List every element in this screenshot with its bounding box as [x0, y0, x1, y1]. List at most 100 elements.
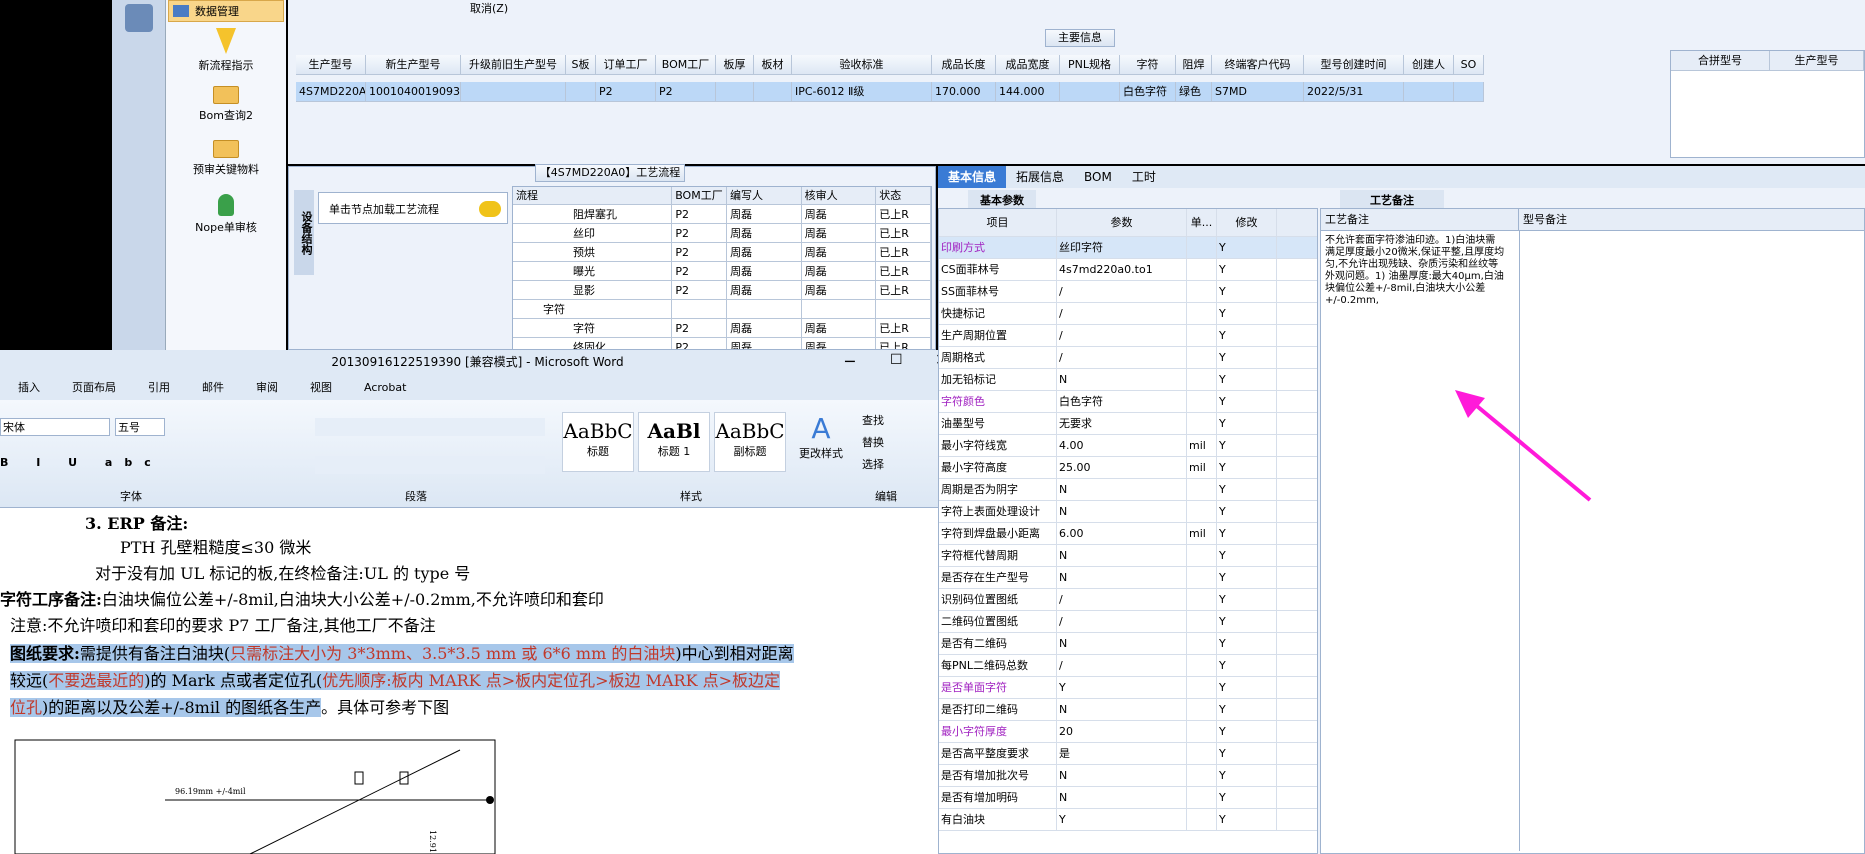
load-hint[interactable]: 单击节点加载工艺流程: [318, 192, 508, 224]
lightning-icon: [216, 28, 236, 54]
ribbon-tab[interactable]: 审阅: [256, 379, 278, 395]
table-cell: 周磊: [802, 338, 877, 349]
style-preview: AaBbC: [563, 419, 633, 443]
style-swatch[interactable]: AaBbC 副标题: [714, 412, 786, 472]
nav-item-prereview[interactable]: 预审关键物料: [166, 140, 286, 177]
table-row[interactable]: 4S7MD220A010010400190938P2P2IPC-6012 Ⅱ级1…: [296, 82, 1484, 102]
table-row[interactable]: 是否单面字符 Y Y: [939, 677, 1317, 699]
ribbon-tab[interactable]: 插入: [18, 379, 40, 395]
document-body[interactable]: 3. ERP 备注: PTH 孔壁粗糙度≤30 微米 对于没有加 UL 标记的板…: [0, 510, 940, 854]
table-cell: Y: [1217, 413, 1277, 434]
tab-basic-params[interactable]: 基本参数: [968, 190, 1036, 210]
font-name-select[interactable]: 宋体: [0, 418, 110, 436]
table-row[interactable]: 快捷标记 / Y: [939, 303, 1317, 325]
cancel-button[interactable]: 取消(Z): [470, 0, 508, 16]
folder-icon: [213, 86, 239, 104]
find-button[interactable]: 查找: [862, 410, 884, 432]
table-cell: 周磊: [727, 319, 802, 338]
table-cell: N: [1057, 501, 1187, 522]
maximize-icon[interactable]: ☐: [890, 352, 903, 368]
table-cell: 每PNL二维码总数: [939, 655, 1057, 676]
nav-item-nope-review[interactable]: Nope单审核: [166, 194, 286, 235]
table-row[interactable]: 是否有增加批次号 N Y: [939, 765, 1317, 787]
table-row[interactable]: 每PNL二维码总数 / Y: [939, 655, 1317, 677]
side-tab[interactable]: 设备结构: [294, 190, 314, 275]
table-row[interactable]: 印刷方式 丝印字符 Y: [939, 237, 1317, 259]
nav-item-new-process[interactable]: 新流程指示: [166, 28, 286, 73]
table-row[interactable]: 是否打印二维码 N Y: [939, 699, 1317, 721]
ribbon-tab[interactable]: 引用: [148, 379, 170, 395]
merge-header: 生产型号: [1769, 51, 1864, 71]
tab-detail[interactable]: 工时: [1122, 166, 1166, 188]
table-cell: mil: [1187, 435, 1217, 456]
toolbox-icon[interactable]: [124, 4, 153, 32]
table-row[interactable]: 周期是否为阴字 N Y: [939, 479, 1317, 501]
table-cell: Y: [1057, 809, 1187, 830]
align-tools[interactable]: [315, 456, 545, 474]
table-row[interactable]: 加无铅标记 N Y: [939, 369, 1317, 391]
table-row[interactable]: 油墨型号 无要求 Y: [939, 413, 1317, 435]
table-cell: [1187, 391, 1217, 412]
table-row[interactable]: 识别码位置图纸 / Y: [939, 589, 1317, 611]
nav-item-data-management[interactable]: 数据管理: [168, 0, 284, 22]
column-header: 终端客户代码: [1212, 55, 1304, 75]
table-cell: Y: [1217, 655, 1277, 676]
process-row[interactable]: 预烘 P2 周磊 周磊 已上R: [513, 243, 931, 262]
process-row[interactable]: 阻焊塞孔 P2 周磊 周磊 已上R: [513, 205, 931, 224]
table-row[interactable]: 周期格式 / Y: [939, 347, 1317, 369]
table-cell: 周磊: [801, 262, 877, 281]
style-swatch[interactable]: AaBbC 标题: [562, 412, 634, 472]
table-cell: S7MD: [1212, 82, 1304, 102]
column-header: 验收标准: [792, 55, 932, 75]
process-row[interactable]: 显影 P2 周磊 周磊 已上R: [513, 281, 931, 300]
style-swatch[interactable]: AaBl 标题 1: [638, 412, 710, 472]
table-row[interactable]: 二维码位置图纸 / Y: [939, 611, 1317, 633]
table-cell: 已上R: [876, 338, 931, 349]
process-row[interactable]: 字符: [513, 300, 931, 319]
table-row[interactable]: CS面菲林号 4s7md220a0.to1 Y: [939, 259, 1317, 281]
table-row[interactable]: 是否高平整度要求是 Y: [939, 743, 1317, 765]
tab-detail[interactable]: BOM: [1074, 166, 1122, 188]
change-style-button[interactable]: A 更改样式: [792, 412, 850, 461]
font-size-select[interactable]: 五号: [115, 418, 165, 436]
table-cell: 绿色: [1176, 82, 1212, 102]
table-row[interactable]: 字符颜色 白色字符 Y: [939, 391, 1317, 413]
process-row[interactable]: 丝印 P2 周磊 周磊 已上R: [513, 224, 931, 243]
table-row[interactable]: 最小字符线宽 4.00 mil Y: [939, 435, 1317, 457]
table-cell: N: [1057, 633, 1187, 654]
replace-button[interactable]: 替换: [862, 432, 884, 454]
ribbon-tab[interactable]: 邮件: [202, 379, 224, 395]
note-text[interactable]: 不允许套面字符渗油印迹。1)白油块需满足厚度最小20微米,保证平整,且厚度均匀,…: [1325, 235, 1505, 307]
ribbon-tab[interactable]: 页面布局: [72, 379, 116, 395]
tab-detail[interactable]: 基本信息: [938, 166, 1007, 188]
process-row[interactable]: 曝光 P2 周磊 周磊 已上R: [513, 262, 931, 281]
table-cell: mil: [1187, 457, 1217, 478]
table-row[interactable]: 是否存在生产型号 N Y: [939, 567, 1317, 589]
tab-detail[interactable]: 拓展信息: [1006, 166, 1074, 188]
minimize-icon[interactable]: ─: [845, 352, 855, 371]
table-cell: 最小字符线宽: [939, 435, 1057, 456]
table-row[interactable]: SS面菲林号 / Y: [939, 281, 1317, 303]
table-cell: 是: [1057, 743, 1187, 764]
format-buttons[interactable]: B I U abc: [0, 456, 163, 469]
table-row[interactable]: 字符框代替周期 N Y: [939, 545, 1317, 567]
process-row[interactable]: 终固化 P2 周磊 周磊 已上R: [513, 338, 931, 349]
process-row[interactable]: 字符 P2 周磊 周磊 已上R: [513, 319, 931, 338]
table-cell: [1187, 589, 1217, 610]
table-row[interactable]: 是否有增加明码 N Y: [939, 787, 1317, 809]
ribbon-tab[interactable]: Acrobat: [364, 381, 406, 394]
select-button[interactable]: 选择: [862, 454, 884, 476]
tab-process-note[interactable]: 工艺备注: [1340, 190, 1444, 210]
table-row[interactable]: 字符上表面处理设计 N Y: [939, 501, 1317, 523]
ribbon-tab[interactable]: 视图: [310, 379, 332, 395]
table-row[interactable]: 有白油块 Y Y: [939, 809, 1317, 831]
table-cell: /: [1057, 655, 1187, 676]
nav-item-bom-query[interactable]: Bom查询2: [166, 86, 286, 123]
table-row[interactable]: 生产周期位置 / Y: [939, 325, 1317, 347]
table-cell: mil: [1187, 523, 1217, 544]
table-row[interactable]: 是否有二维码 N Y: [939, 633, 1317, 655]
table-row[interactable]: 最小字符高度 25.00 mil Y: [939, 457, 1317, 479]
paragraph-tools[interactable]: [315, 418, 545, 436]
table-row[interactable]: 字符到焊盘最小距离 6.00 mil Y: [939, 523, 1317, 545]
table-row[interactable]: 最小字符厚度 20 Y: [939, 721, 1317, 743]
